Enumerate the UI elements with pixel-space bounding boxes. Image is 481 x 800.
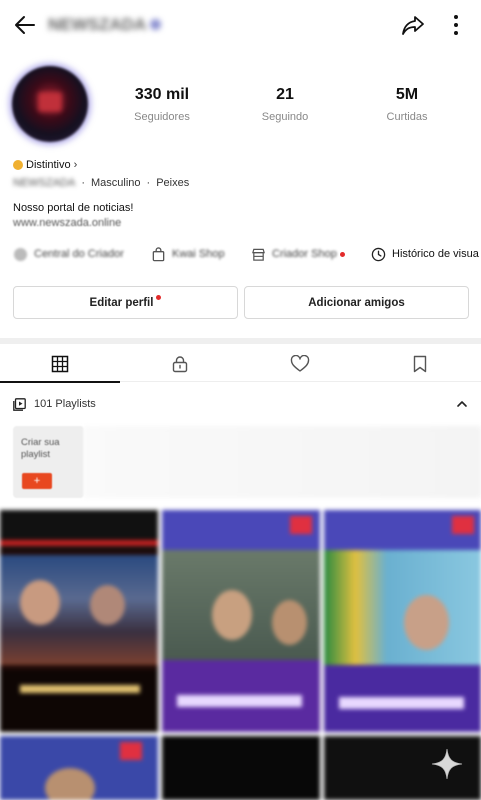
grid-icon	[51, 355, 69, 373]
edit-profile-button[interactable]: Editar perfil	[13, 286, 238, 319]
profile-gender: Masculino	[91, 177, 141, 189]
section-divider	[0, 338, 481, 344]
profile-username: NEWSZADA	[48, 15, 162, 35]
more-vertical-icon[interactable]	[446, 12, 466, 38]
create-playlist-card[interactable]: Criar sua playlist +	[13, 426, 84, 498]
chevron-right-icon: ›	[73, 159, 78, 171]
profile-name: NEWSZADA	[13, 177, 76, 189]
profile-info-line: NEWSZADA · Masculino · Peixes	[13, 177, 189, 189]
notification-dot	[156, 295, 162, 300]
thumbnail-image	[324, 550, 481, 665]
arrow-left-icon[interactable]	[12, 12, 38, 38]
followers-count: 330 mil	[134, 86, 190, 103]
thumbnail-image	[0, 555, 158, 665]
video-thumbnail[interactable]	[0, 736, 158, 800]
lock-icon	[172, 356, 188, 373]
following-count: 21	[276, 86, 294, 103]
quick-link-creator-shop[interactable]: Criador Shop	[251, 244, 345, 264]
badge-link[interactable]: Distintivo ›	[13, 159, 77, 171]
thumbnail-image	[162, 550, 320, 660]
heart-icon	[290, 355, 310, 372]
quick-link-history[interactable]: Histórico de visua	[371, 244, 479, 264]
profile-bio: Nosso portal de noticias!	[13, 202, 134, 214]
thumbnail-caption	[0, 670, 158, 732]
creator-center-icon	[13, 247, 28, 261]
video-thumbnail[interactable]	[0, 510, 158, 732]
profile-website-link[interactable]: www.newszada.online	[13, 217, 121, 229]
tab-grid[interactable]	[0, 346, 120, 383]
likes-label: Curtidas	[386, 111, 428, 123]
clock-history-icon	[371, 247, 386, 261]
tab-private[interactable]	[120, 346, 240, 382]
likes-count: 5M	[395, 86, 419, 103]
separator: ·	[146, 177, 151, 189]
badge-label: Distintivo	[26, 159, 71, 171]
separator: ·	[81, 177, 86, 189]
share-icon[interactable]	[400, 12, 426, 38]
edit-profile-label: Editar perfil	[89, 296, 154, 309]
create-playlist-button[interactable]: +	[22, 473, 52, 489]
thumbnail-header	[0, 510, 158, 550]
shopping-bag-icon	[152, 246, 165, 261]
thumbnail-header	[324, 510, 481, 550]
tab-saved[interactable]	[360, 346, 480, 382]
top-bar: NEWSZADA	[0, 0, 481, 50]
stat-followers[interactable]: 330 mil Seguidores	[107, 86, 217, 123]
quick-link-label: Central do Criador	[34, 248, 124, 260]
followers-label: Seguidores	[134, 111, 190, 123]
profile-sign: Peixes	[156, 177, 190, 189]
sparkle-icon[interactable]	[430, 747, 464, 781]
avatar-logo	[38, 92, 62, 112]
profile-tabs	[0, 346, 481, 383]
quick-link-creator-center[interactable]: Central do Criador	[13, 244, 124, 264]
bookmark-icon	[413, 355, 427, 373]
thumbnail-caption	[162, 660, 320, 732]
playlist-icon	[13, 398, 26, 411]
stat-following[interactable]: 21 Seguindo	[230, 86, 340, 123]
add-friends-label: Adicionar amigos	[308, 296, 405, 309]
video-grid	[0, 510, 481, 800]
video-thumbnail[interactable]	[324, 510, 481, 732]
playlists-count-label: 101 Playlists	[34, 398, 96, 410]
thumbnail-caption	[324, 665, 481, 732]
tab-likes[interactable]	[240, 346, 360, 382]
playlists-header[interactable]: 101 Playlists	[0, 393, 481, 417]
quick-link-kwai-shop[interactable]: Kwai Shop	[151, 244, 225, 264]
quick-link-label: Kwai Shop	[172, 248, 225, 260]
create-playlist-label: Criar sua playlist	[21, 437, 60, 460]
verified-badge-icon	[150, 19, 162, 30]
quick-link-label: Criador Shop	[272, 248, 337, 260]
username-text: NEWSZADA	[48, 15, 147, 34]
notification-dot	[339, 251, 345, 257]
video-thumbnail[interactable]	[162, 510, 320, 732]
avatar[interactable]	[12, 66, 88, 142]
storefront-icon	[252, 248, 265, 261]
thumbnail-header	[162, 510, 320, 550]
playlist-strip	[84, 426, 481, 498]
following-label: Seguindo	[261, 111, 309, 123]
chevron-up-icon[interactable]	[456, 398, 468, 410]
video-thumbnail[interactable]	[162, 736, 320, 800]
quick-link-label: Histórico de visua	[392, 248, 479, 260]
add-friends-button[interactable]: Adicionar amigos	[244, 286, 469, 319]
stat-likes[interactable]: 5M Curtidas	[352, 86, 462, 123]
badge-dot-icon	[13, 160, 23, 170]
